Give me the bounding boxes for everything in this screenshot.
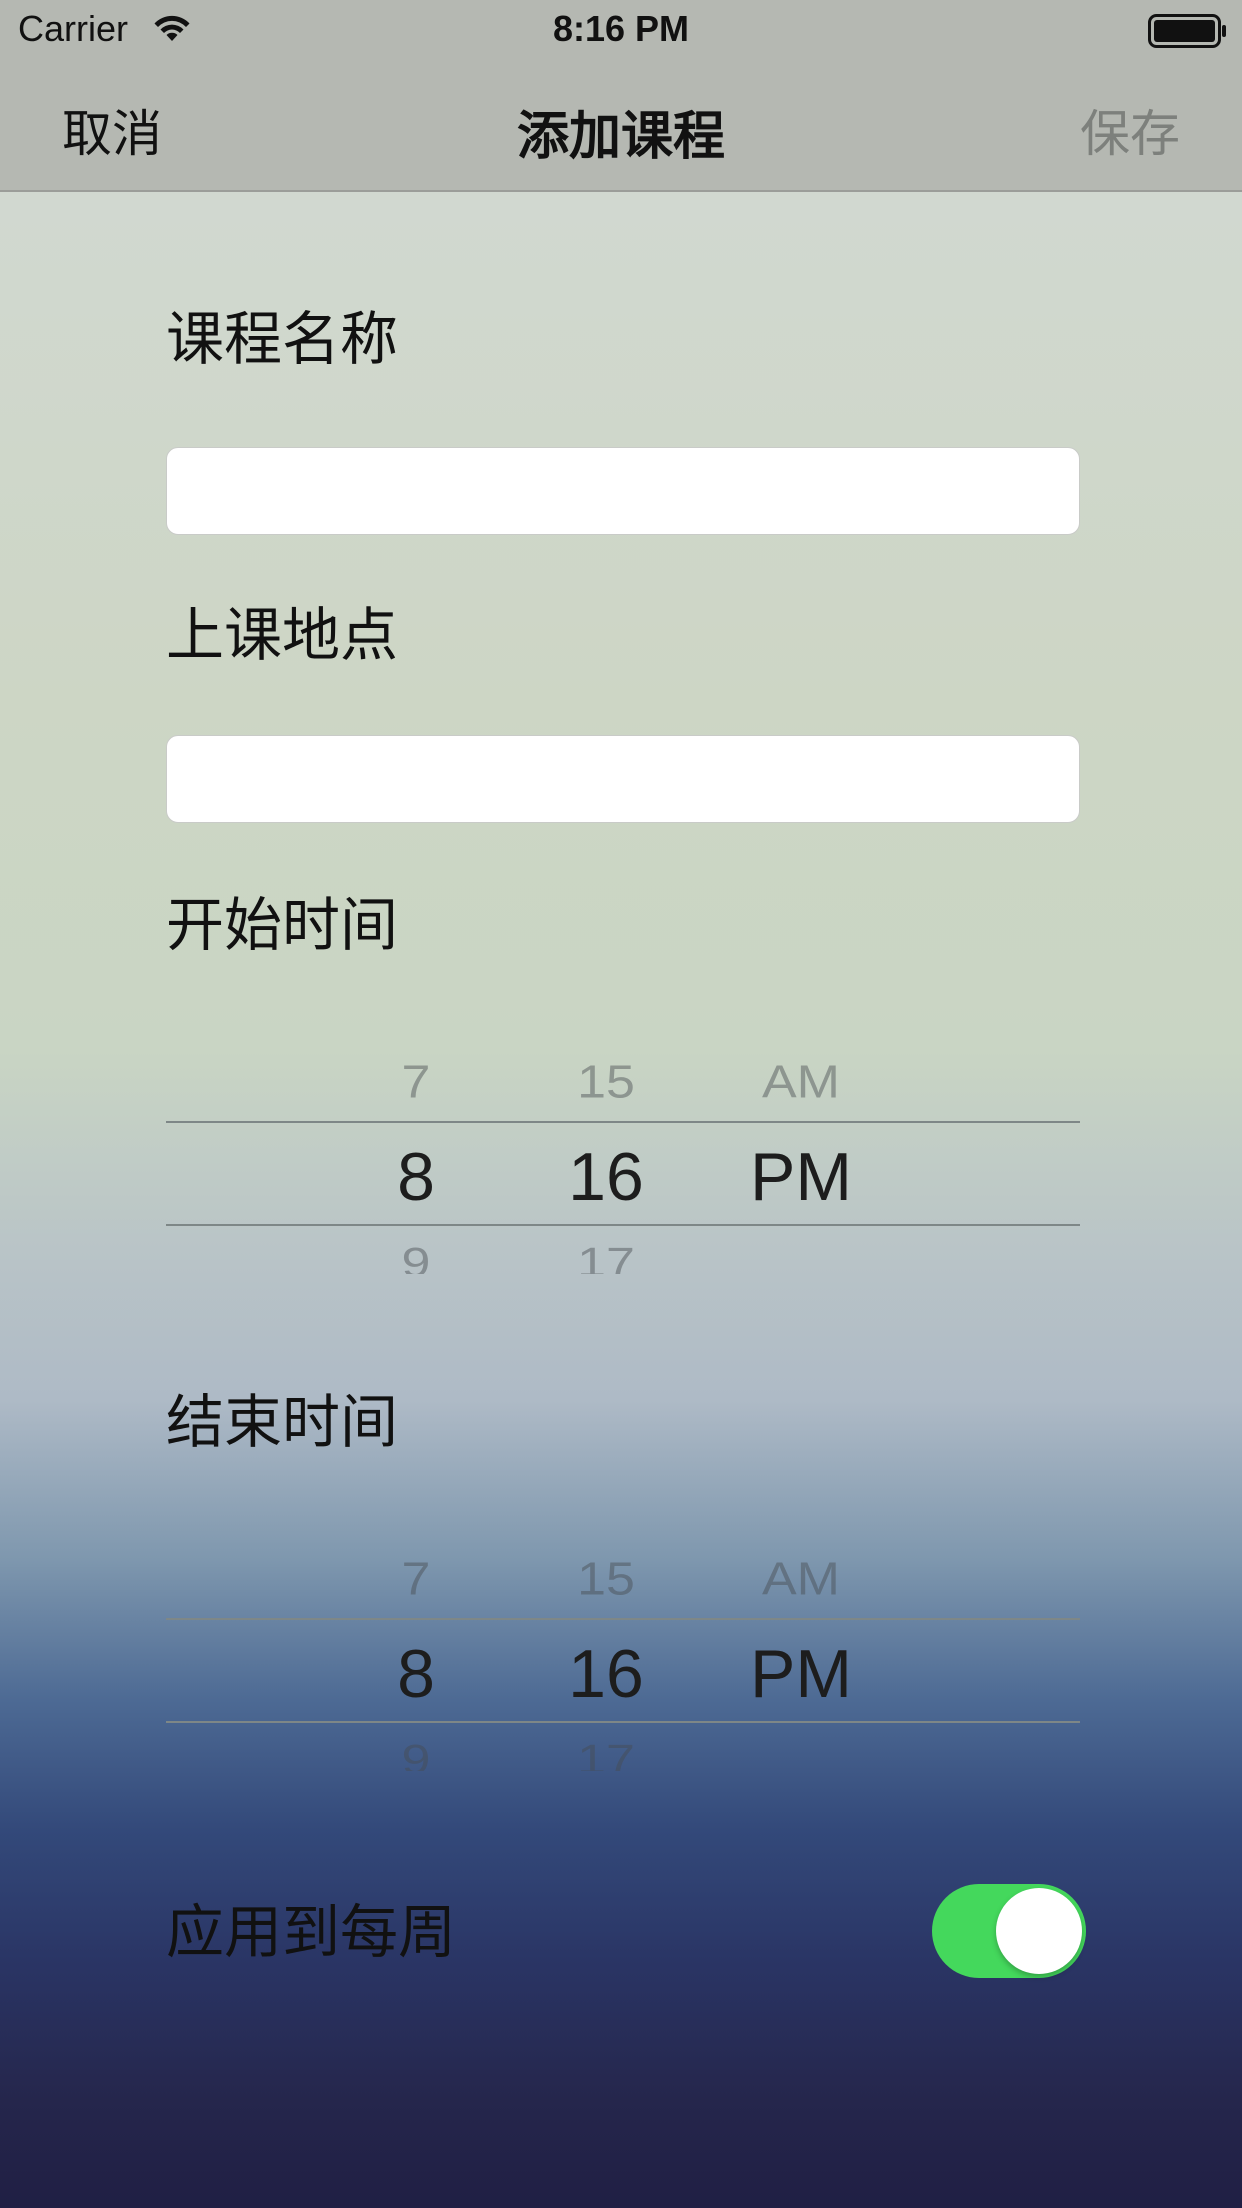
course-name-input[interactable] bbox=[166, 447, 1080, 535]
period-option[interactable]: AM bbox=[726, 1556, 876, 1603]
period-selected[interactable]: PM bbox=[726, 1143, 876, 1211]
navigation-bar: 取消 添加课程 保存 bbox=[0, 62, 1242, 192]
end-time-label: 结束时间 bbox=[166, 1388, 399, 1456]
location-label: 上课地点 bbox=[166, 601, 399, 669]
start-time-picker[interactable]: 7 8 9 15 16 17 AM PM bbox=[166, 1028, 1080, 1300]
picker-selection-line bbox=[166, 1224, 1080, 1226]
minute-option[interactable]: 15 bbox=[556, 1556, 656, 1603]
hour-option[interactable]: 7 bbox=[366, 1059, 466, 1106]
hour-selected[interactable]: 8 bbox=[366, 1640, 466, 1708]
minute-selected[interactable]: 16 bbox=[556, 1143, 656, 1211]
page-title: 添加课程 bbox=[516, 107, 725, 167]
hour-option[interactable]: 9 bbox=[366, 1739, 466, 1771]
status-bar: Carrier 8:16 PM bbox=[0, 0, 1242, 62]
minute-option[interactable]: 17 bbox=[556, 1739, 656, 1771]
repeat-weekly-label: 应用到每周 bbox=[166, 1898, 457, 1966]
period-option[interactable]: AM bbox=[726, 1059, 876, 1106]
toggle-knob bbox=[996, 1888, 1082, 1974]
end-time-picker[interactable]: 7 8 9 15 16 17 AM PM bbox=[166, 1525, 1080, 1797]
hour-selected[interactable]: 8 bbox=[366, 1143, 466, 1211]
course-name-label: 课程名称 bbox=[166, 305, 399, 373]
start-time-label: 开始时间 bbox=[166, 891, 399, 959]
location-input[interactable] bbox=[166, 735, 1080, 823]
minute-option[interactable]: 17 bbox=[556, 1242, 656, 1274]
picker-selection-line bbox=[166, 1121, 1080, 1123]
repeat-weekly-toggle[interactable] bbox=[932, 1884, 1086, 1978]
minute-option[interactable]: 15 bbox=[556, 1059, 656, 1106]
hour-option[interactable]: 7 bbox=[366, 1556, 466, 1603]
picker-selection-line bbox=[166, 1721, 1080, 1723]
minute-selected[interactable]: 16 bbox=[556, 1640, 656, 1708]
hour-option[interactable]: 9 bbox=[366, 1242, 466, 1274]
status-time: 8:16 PM bbox=[552, 8, 690, 49]
picker-selection-line bbox=[166, 1618, 1080, 1620]
battery-icon bbox=[1148, 14, 1228, 52]
save-button[interactable]: 保存 bbox=[1080, 94, 1180, 166]
period-selected[interactable]: PM bbox=[726, 1640, 876, 1708]
